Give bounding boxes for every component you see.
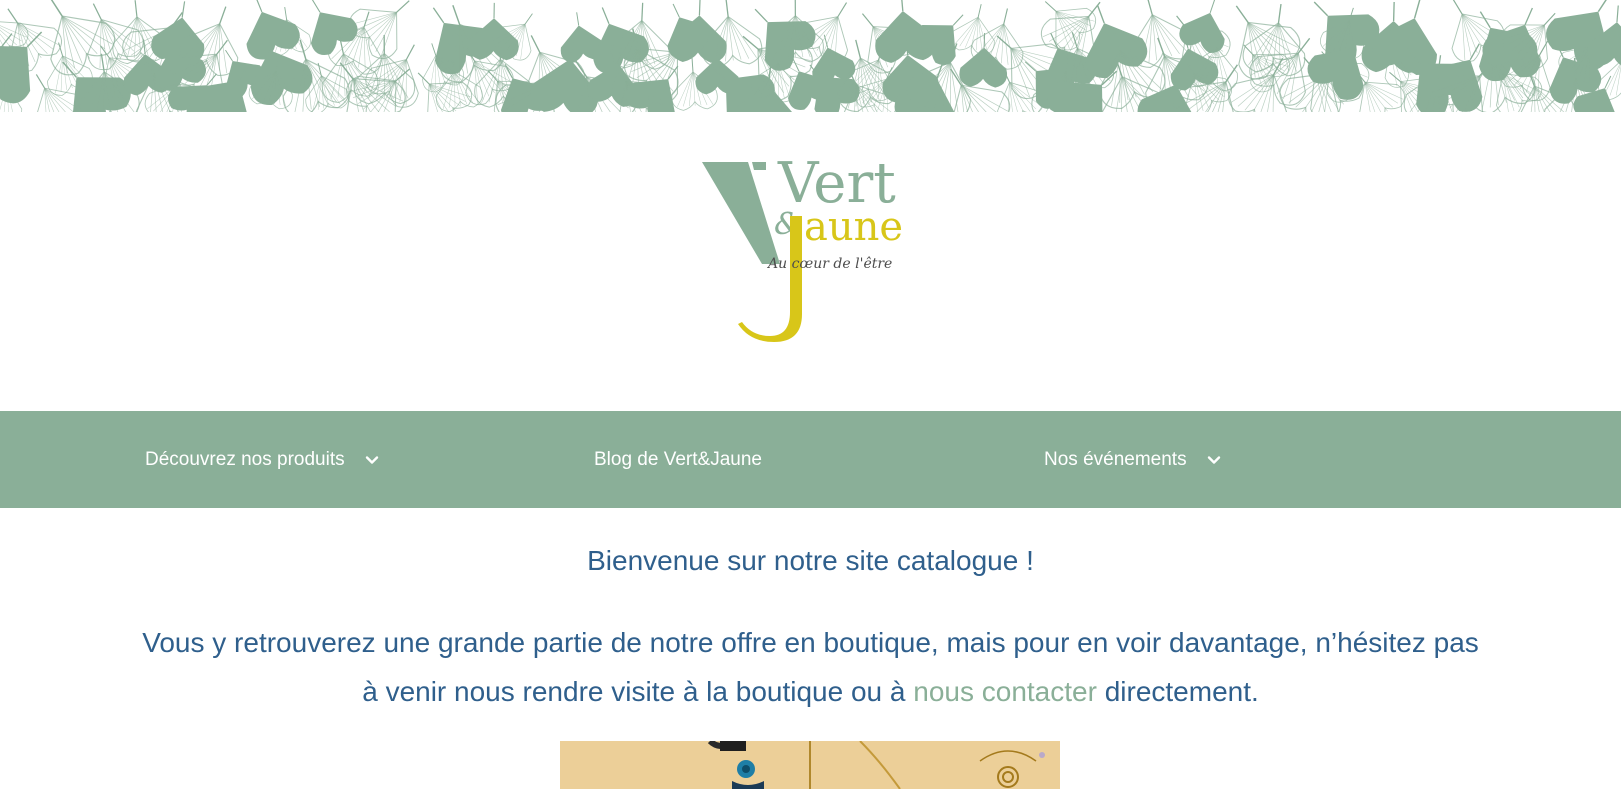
welcome-heading: Bienvenue sur notre site catalogue ! xyxy=(587,545,1034,576)
logo-v-shape xyxy=(702,162,780,264)
intro-text-after: directement. xyxy=(1096,676,1259,707)
nav-item-evenements[interactable]: Nos événements xyxy=(1044,411,1221,508)
contact-link[interactable]: nous contacter xyxy=(913,676,1097,707)
ginkgo-leaf-banner xyxy=(0,0,1621,112)
ginkgo-leaf xyxy=(959,33,1008,88)
ginkgo-leaf-pattern xyxy=(0,0,1621,112)
nav-item-label: Blog de Vert&Jaune xyxy=(594,448,762,470)
jewelry-display-photo xyxy=(560,741,1060,789)
logo-v-serif xyxy=(752,162,766,170)
ginkgo-leaf xyxy=(310,0,358,55)
intro-paragraph: Vous y retrouverez une grande partie de … xyxy=(140,618,1481,716)
nav-item-label: Nos événements xyxy=(1044,448,1187,470)
logo-word-aune: aune xyxy=(804,204,903,250)
jewelry-photo-graphic xyxy=(560,741,1060,789)
main-nav: Découvrez nos produits Blog de Vert&Jaun… xyxy=(0,411,1621,508)
ginkgo-leaf xyxy=(970,8,1024,70)
nav-item-produits[interactable]: Découvrez nos produits xyxy=(145,411,379,508)
site-logo[interactable]: Vert & aune Au cœur de l'être xyxy=(690,146,940,351)
nav-item-blog[interactable]: Blog de Vert&Jaune xyxy=(594,411,762,508)
chevron-down-icon xyxy=(365,455,378,464)
page: Vert & aune Au cœur de l'être Découvrez … xyxy=(0,0,1621,789)
ginkgo-leaf xyxy=(0,31,43,104)
logo-tagline: Au cœur de l'être xyxy=(766,256,892,272)
vert-et-jaune-logo: Vert & aune Au cœur de l'être xyxy=(702,151,903,342)
ginkgo-leaf xyxy=(1179,0,1225,53)
nav-item-label: Découvrez nos produits xyxy=(145,448,345,470)
intro-text-before: Vous y retrouverez une grande partie de … xyxy=(142,627,1479,707)
ginkgo-leaf xyxy=(914,14,964,65)
chevron-down-icon xyxy=(1207,455,1220,464)
